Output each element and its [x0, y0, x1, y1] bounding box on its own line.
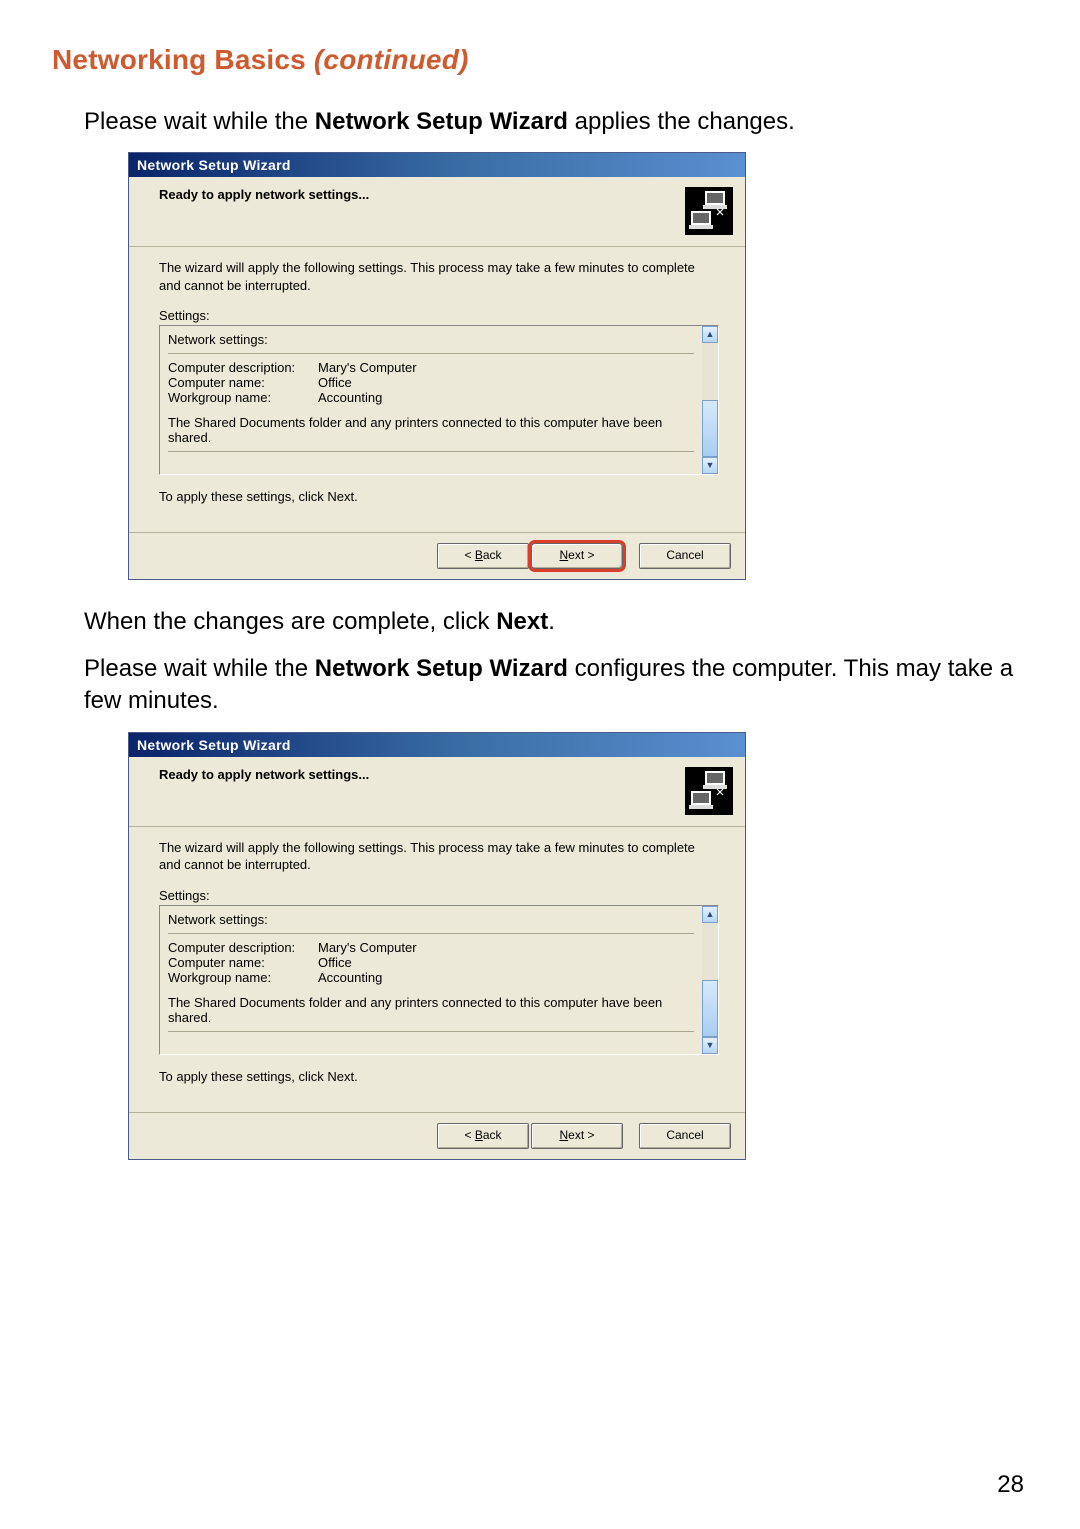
name-value: Office	[318, 375, 352, 390]
wizard-titlebar[interactable]: Network Setup Wizard	[129, 153, 745, 177]
back-button[interactable]: < Back	[437, 1123, 529, 1149]
intro1-post: applies the changes.	[568, 108, 795, 135]
mid-paragraph-2: Please wait while the Network Setup Wiza…	[84, 653, 1028, 718]
wizard-footer: < Back Next > Cancel	[129, 1112, 745, 1159]
wizard-body: The wizard will apply the following sett…	[129, 827, 745, 1112]
back-button[interactable]: < Back	[437, 543, 529, 569]
scroll-thumb[interactable]	[702, 980, 718, 1037]
desc-label: Computer description:	[168, 360, 318, 375]
network-computers-icon	[683, 185, 735, 237]
cancel-button[interactable]: Cancel	[639, 1123, 731, 1149]
wizard-body: The wizard will apply the following sett…	[129, 247, 745, 532]
wg-value: Accounting	[318, 970, 382, 985]
scroll-track[interactable]	[702, 343, 718, 457]
apply-note: To apply these settings, click Next.	[159, 1069, 715, 1084]
page-number: 28	[997, 1471, 1024, 1499]
spacer	[168, 405, 694, 415]
scroll-track[interactable]	[702, 923, 718, 1037]
row-workgroup-name: Workgroup name: Accounting	[168, 970, 694, 985]
spacer	[168, 985, 694, 995]
shared-note: The Shared Documents folder and any prin…	[168, 995, 694, 1025]
name-label: Computer name:	[168, 955, 318, 970]
settings-heading: Network settings:	[168, 332, 694, 347]
section-title: Networking Basics (continued)	[52, 44, 1028, 76]
section-title-em: (continued)	[314, 44, 469, 75]
settings-textbox: Network settings: Computer description: …	[159, 325, 719, 475]
shared-note: The Shared Documents folder and any prin…	[168, 415, 694, 445]
scroll-down-icon[interactable]: ▼	[702, 1037, 718, 1054]
wizard-header: Ready to apply network settings...	[129, 757, 745, 827]
wizard-title: Network Setup Wizard	[137, 157, 291, 173]
wizard-header: Ready to apply network settings...	[129, 177, 745, 247]
mid2-bold: Network Setup Wizard	[315, 655, 568, 682]
settings-content: Network settings: Computer description: …	[159, 325, 702, 475]
settings-heading: Network settings:	[168, 912, 694, 927]
wizard-header-title: Ready to apply network settings...	[159, 187, 731, 202]
wg-label: Workgroup name:	[168, 970, 318, 985]
scroll-up-icon[interactable]: ▲	[702, 906, 718, 923]
mid2-pre: Please wait while the	[84, 655, 315, 682]
row-computer-description: Computer description: Mary's Computer	[168, 360, 694, 375]
cancel-button[interactable]: Cancel	[639, 543, 731, 569]
row-workgroup-name: Workgroup name: Accounting	[168, 390, 694, 405]
name-label: Computer name:	[168, 375, 318, 390]
mid1-bold: Next	[496, 608, 548, 635]
intro-paragraph-1: Please wait while the Network Setup Wiza…	[84, 106, 1028, 138]
scroll-thumb[interactable]	[702, 400, 718, 457]
next-button[interactable]: Next >	[531, 1123, 623, 1149]
intro1-pre: Please wait while the	[84, 108, 315, 135]
settings-label: Settings:	[159, 888, 715, 903]
settings-textbox: Network settings: Computer description: …	[159, 905, 719, 1055]
wizard-title: Network Setup Wizard	[137, 737, 291, 753]
scroll-up-icon[interactable]: ▲	[702, 326, 718, 343]
mid1-post: .	[548, 608, 555, 635]
section-title-text: Networking Basics	[52, 44, 314, 75]
wizard-titlebar[interactable]: Network Setup Wizard	[129, 733, 745, 757]
network-computers-icon	[683, 765, 735, 817]
desc-value: Mary's Computer	[318, 940, 417, 955]
row-computer-description: Computer description: Mary's Computer	[168, 940, 694, 955]
wg-value: Accounting	[318, 390, 382, 405]
settings-content: Network settings: Computer description: …	[159, 905, 702, 1055]
scrollbar[interactable]: ▲ ▼	[702, 325, 719, 475]
row-computer-name: Computer name: Office	[168, 955, 694, 970]
wizard-body-intro: The wizard will apply the following sett…	[159, 839, 715, 874]
intro1-bold: Network Setup Wizard	[315, 108, 568, 135]
wizard-header-title: Ready to apply network settings...	[159, 767, 731, 782]
divider	[168, 451, 694, 452]
divider	[168, 353, 694, 354]
scroll-down-icon[interactable]: ▼	[702, 457, 718, 474]
wizard-dialog-1: Network Setup Wizard Ready to apply netw…	[128, 152, 746, 580]
wg-label: Workgroup name:	[168, 390, 318, 405]
scrollbar[interactable]: ▲ ▼	[702, 905, 719, 1055]
mid1-pre: When the changes are complete, click	[84, 608, 496, 635]
next-button[interactable]: Next >	[531, 543, 623, 569]
mid-paragraph-1: When the changes are complete, click Nex…	[84, 606, 1028, 638]
wizard-body-intro: The wizard will apply the following sett…	[159, 259, 715, 294]
apply-note: To apply these settings, click Next.	[159, 489, 715, 504]
name-value: Office	[318, 955, 352, 970]
settings-label: Settings:	[159, 308, 715, 323]
divider	[168, 1031, 694, 1032]
wizard-footer: < Back Next > Cancel	[129, 532, 745, 579]
desc-value: Mary's Computer	[318, 360, 417, 375]
row-computer-name: Computer name: Office	[168, 375, 694, 390]
desc-label: Computer description:	[168, 940, 318, 955]
wizard-dialog-2: Network Setup Wizard Ready to apply netw…	[128, 732, 746, 1160]
divider	[168, 933, 694, 934]
